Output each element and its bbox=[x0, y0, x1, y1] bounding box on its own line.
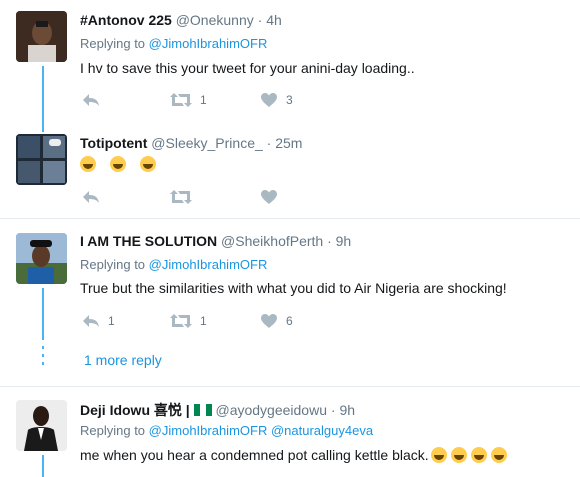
avatar[interactable] bbox=[16, 11, 67, 62]
tweet-header: #Antonov 225 @Onekunny · 4h bbox=[80, 12, 282, 28]
user-handle[interactable]: @SheikhofPerth bbox=[221, 233, 323, 249]
tears-of-joy-icon bbox=[80, 156, 96, 172]
tweet-text bbox=[80, 156, 160, 172]
display-name[interactable]: I AM THE SOLUTION bbox=[80, 233, 217, 249]
nigeria-flag-icon bbox=[193, 404, 212, 416]
heart-icon bbox=[261, 190, 277, 204]
thread-connector bbox=[42, 66, 44, 132]
retweet-count: 1 bbox=[200, 314, 207, 328]
reply-icon bbox=[83, 94, 99, 106]
replying-to-label: Replying to bbox=[80, 257, 146, 272]
replying-to: Replying to @JimohIbrahimOFR @naturalguy… bbox=[80, 423, 373, 438]
heart-icon bbox=[261, 93, 277, 107]
thread-dot bbox=[42, 362, 44, 365]
thread-dot bbox=[42, 354, 44, 357]
user-handle[interactable]: @Sleeky_Prince_ bbox=[151, 135, 263, 151]
retweet-button[interactable]: 1 bbox=[170, 92, 207, 108]
reply-icon bbox=[83, 315, 99, 327]
thread-dot bbox=[42, 346, 44, 349]
retweet-icon bbox=[170, 314, 192, 328]
thread-connector bbox=[42, 288, 44, 340]
timestamp[interactable]: · 4h bbox=[258, 12, 282, 28]
like-button[interactable] bbox=[260, 189, 278, 205]
timestamp[interactable]: · 25m bbox=[267, 135, 303, 151]
like-count: 6 bbox=[286, 314, 293, 328]
replying-to: Replying to @JimohIbrahimOFR bbox=[80, 257, 267, 272]
replying-to-label: Replying to bbox=[80, 423, 146, 438]
reply-button[interactable] bbox=[82, 92, 100, 108]
replying-to-label: Replying to bbox=[80, 36, 146, 51]
replying-to-link[interactable]: @JimohIbrahimOFR bbox=[149, 423, 268, 438]
tweet-text: I hv to save this your tweet for your an… bbox=[80, 60, 415, 76]
timestamp[interactable]: · 9h bbox=[331, 402, 355, 418]
user-handle[interactable]: @ayodygeeidowu bbox=[215, 402, 327, 418]
tweet-header: Deji Idowu 喜悦 | @ayodygeeidowu · 9h bbox=[80, 400, 355, 420]
display-name[interactable]: #Antonov 225 bbox=[80, 12, 172, 28]
avatar[interactable] bbox=[16, 233, 67, 284]
retweet-icon bbox=[170, 190, 192, 204]
more-replies-link[interactable]: 1 more reply bbox=[84, 352, 162, 368]
divider bbox=[0, 218, 580, 219]
reply-icon bbox=[83, 191, 99, 203]
replying-to-link[interactable]: @JimohIbrahimOFR bbox=[149, 36, 268, 51]
tears-of-joy-icon bbox=[109, 156, 126, 172]
retweet-icon bbox=[170, 93, 192, 107]
reply-button[interactable]: 1 bbox=[82, 313, 115, 329]
rofl-icon bbox=[470, 447, 487, 463]
reply-button[interactable] bbox=[82, 189, 100, 205]
tweet-text: True but the similarities with what you … bbox=[80, 280, 507, 296]
replying-to: Replying to @JimohIbrahimOFR bbox=[80, 36, 267, 51]
tears-of-joy-icon bbox=[139, 156, 156, 172]
tweet-text: me when you hear a condemned pot calling… bbox=[80, 447, 429, 463]
thread-connector bbox=[42, 455, 44, 477]
retweet-count: 1 bbox=[200, 93, 207, 107]
like-count: 3 bbox=[286, 93, 293, 107]
retweet-button[interactable]: 1 bbox=[170, 313, 207, 329]
tweet-text-row: me when you hear a condemned pot calling… bbox=[80, 447, 511, 463]
rofl-icon bbox=[490, 447, 507, 463]
replying-to-link[interactable]: @JimohIbrahimOFR bbox=[149, 257, 268, 272]
heart-icon bbox=[261, 314, 277, 328]
timestamp[interactable]: · 9h bbox=[327, 233, 351, 249]
replying-to-link-2[interactable]: @naturalguy4eva bbox=[271, 423, 373, 438]
like-button[interactable]: 3 bbox=[260, 92, 293, 108]
like-button[interactable]: 6 bbox=[260, 313, 293, 329]
display-name[interactable]: Totipotent bbox=[80, 135, 147, 151]
rofl-icon bbox=[430, 447, 447, 463]
reply-count: 1 bbox=[108, 314, 115, 328]
avatar[interactable] bbox=[16, 134, 67, 185]
tweet-header: I AM THE SOLUTION @SheikhofPerth · 9h bbox=[80, 233, 351, 249]
retweet-button[interactable] bbox=[170, 189, 192, 205]
rofl-icon bbox=[450, 447, 467, 463]
display-name[interactable]: Deji Idowu 喜悦 | bbox=[80, 402, 190, 418]
tweet-header: Totipotent @Sleeky_Prince_ · 25m bbox=[80, 135, 302, 151]
user-handle[interactable]: @Onekunny bbox=[176, 12, 254, 28]
divider bbox=[0, 386, 580, 387]
avatar[interactable] bbox=[16, 400, 67, 451]
